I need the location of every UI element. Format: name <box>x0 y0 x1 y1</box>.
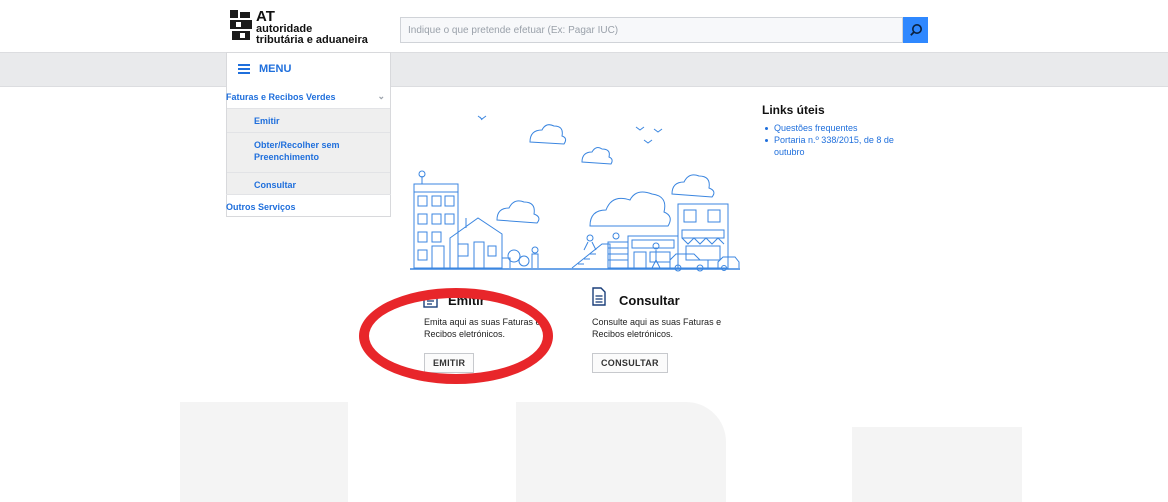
menu-toggle[interactable]: MENU <box>227 53 390 85</box>
consultar-description: Consulte aqui as suas Faturas e Recibos … <box>592 317 722 339</box>
links-title: Links úteis <box>762 103 825 117</box>
sidebar-item-outros[interactable]: Outros Serviços <box>226 194 391 216</box>
sidebar-item-faturas-label: Faturas e Recibos Verdes <box>226 92 336 102</box>
footer-shape <box>686 402 726 502</box>
city-illustration <box>410 115 740 272</box>
links-list: Questões frequentes Portaria n.º 338/201… <box>762 122 937 158</box>
logo-text[interactable]: AT autoridade tributária e aduaneira <box>256 8 368 46</box>
menu-label: MENU <box>259 63 292 75</box>
sidebar-item-emitir-label: Emitir <box>254 116 280 126</box>
chevron-down-icon: ⌄ <box>377 91 385 101</box>
search-button[interactable] <box>903 17 928 43</box>
hamburger-icon <box>238 62 250 76</box>
sidebar-item-obter[interactable]: Obter/Recolher sem Preenchimento <box>227 132 390 172</box>
footer-shape <box>852 427 1022 502</box>
search-icon <box>909 24 922 36</box>
footer-shape <box>180 402 348 502</box>
sidebar-item-consultar-label: Consultar <box>254 180 297 190</box>
consultar-button[interactable]: CONSULTAR <box>592 353 668 373</box>
logo-line2: tributária e aduaneira <box>256 34 368 46</box>
search-bar <box>400 17 928 43</box>
sidebar-item-faturas[interactable]: Faturas e Recibos Verdes ⌄ <box>226 86 391 108</box>
link-questoes[interactable]: Questões frequentes <box>762 122 937 134</box>
at-logo-icon[interactable] <box>228 8 254 42</box>
document-icon <box>592 287 606 306</box>
link-portaria[interactable]: Portaria n.º 338/2015, de 8 de outubro <box>762 134 914 158</box>
footer-shape <box>516 402 686 502</box>
search-input[interactable] <box>400 17 903 43</box>
sidebar-item-emitir[interactable]: Emitir <box>227 108 390 132</box>
highlight-circle <box>359 288 553 384</box>
sidebar-item-consultar[interactable]: Consultar <box>227 172 390 194</box>
logo-at: AT <box>256 8 275 25</box>
consultar-title: Consultar <box>619 293 680 308</box>
nav-band <box>0 52 1168 87</box>
sidebar-item-outros-label: Outros Serviços <box>226 202 296 212</box>
sidebar-item-obter-label: Obter/Recolher sem Preenchimento <box>254 140 340 162</box>
